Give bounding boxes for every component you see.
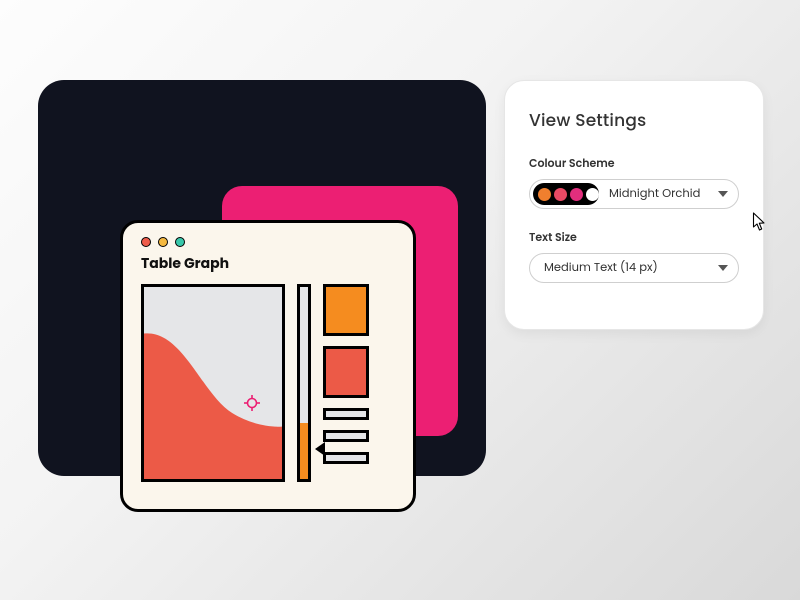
workspace	[141, 284, 395, 482]
panel-title: View Settings	[529, 107, 739, 133]
swatch-slot-empty[interactable]	[323, 452, 369, 464]
colour-scheme-value: Midnight Orchid	[609, 186, 712, 203]
chevron-down-icon	[718, 265, 728, 271]
app-window: Table Graph	[120, 220, 416, 512]
swatch-stack	[323, 284, 369, 482]
text-size-dropdown[interactable]: Medium Text (14 px)	[529, 253, 739, 283]
app-window-title: Table Graph	[141, 253, 395, 274]
vertical-slider-fill	[300, 423, 308, 479]
scheme-swatch-2	[554, 188, 567, 201]
colour-scheme-label: Colour Scheme	[529, 155, 739, 172]
chevron-down-icon	[718, 191, 728, 197]
text-size-label: Text Size	[529, 229, 739, 246]
canvas[interactable]	[141, 284, 285, 482]
crosshair-icon[interactable]	[244, 395, 260, 411]
text-size-value: Medium Text (14 px)	[544, 260, 712, 277]
view-settings-panel: View Settings Colour Scheme Midnight Orc…	[504, 80, 764, 330]
window-traffic-lights	[141, 237, 395, 247]
window-minimize-dot[interactable]	[158, 237, 168, 247]
scheme-swatch-preview	[533, 183, 599, 205]
vertical-slider-track[interactable]	[297, 284, 311, 482]
slider-wrapper	[297, 284, 311, 482]
window-close-dot[interactable]	[141, 237, 151, 247]
scheme-swatch-3	[570, 188, 583, 201]
field-colour-scheme: Colour Scheme Midnight Orchid	[529, 155, 739, 209]
preview-card: Table Graph	[38, 80, 486, 476]
scheme-swatch-4	[586, 188, 599, 201]
swatch-secondary[interactable]	[323, 346, 369, 398]
swatch-primary[interactable]	[323, 284, 369, 336]
colour-scheme-dropdown[interactable]: Midnight Orchid	[529, 179, 739, 209]
window-zoom-dot[interactable]	[175, 237, 185, 247]
slider-caret-icon[interactable]	[315, 442, 325, 456]
scheme-swatch-1	[538, 188, 551, 201]
swatch-slot-empty[interactable]	[323, 430, 369, 442]
field-text-size: Text Size Medium Text (14 px)	[529, 229, 739, 283]
swatch-slot-empty[interactable]	[323, 408, 369, 420]
canvas-wave-shape	[144, 287, 282, 479]
